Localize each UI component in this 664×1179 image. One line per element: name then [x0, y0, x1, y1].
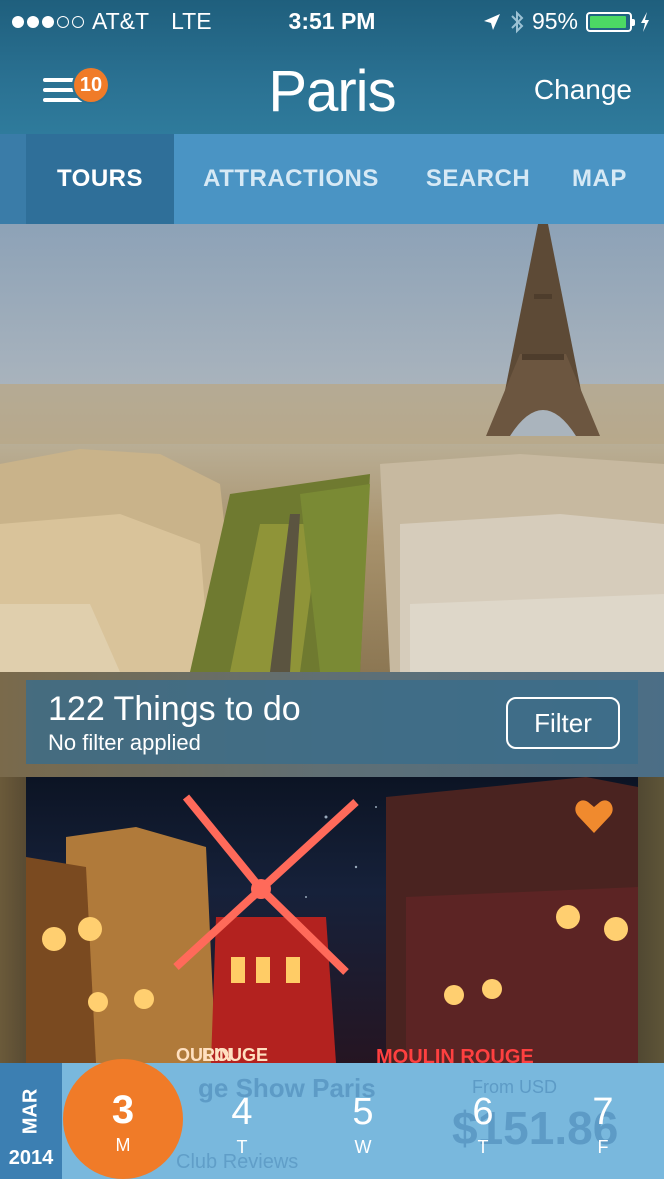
- day-number: 7: [592, 1091, 614, 1133]
- day-number: 6: [472, 1091, 494, 1133]
- day-number: 4: [231, 1091, 253, 1133]
- moulin-rouge-photo: OULIN ROUGE MOULIN ROUGE: [26, 777, 638, 1063]
- nav-bar: 10 Paris Change: [0, 44, 664, 134]
- date-day[interactable]: 5 W: [313, 1063, 413, 1179]
- tab-map[interactable]: MAP: [548, 134, 664, 224]
- month-label: MAR: [19, 1088, 42, 1134]
- status-right: 95%: [482, 8, 650, 35]
- date-day[interactable]: 6 T: [433, 1063, 533, 1179]
- filter-status: No filter applied: [48, 730, 201, 755]
- date-day[interactable]: 4 T: [192, 1063, 292, 1179]
- filter-button[interactable]: Filter: [506, 697, 620, 749]
- sign-rouge: ROUGE: [202, 1045, 268, 1063]
- change-city-button[interactable]: Change: [534, 74, 632, 106]
- sign-moulin-rouge: MOULIN ROUGE: [376, 1046, 534, 1063]
- day-letter: W: [354, 1137, 372, 1157]
- bluetooth-icon: [511, 10, 524, 33]
- day-letter: M: [115, 1135, 131, 1155]
- listing-header: 122 Things to do No filter applied Filte…: [26, 680, 638, 764]
- date-picker-strip: ge Show Paris From USD $151.86 Club Revi…: [0, 1059, 664, 1179]
- tab-search[interactable]: SEARCH: [408, 134, 548, 224]
- day-letter: T: [477, 1137, 489, 1157]
- paris-skyline-photo: [0, 224, 664, 672]
- battery-percent: 95%: [531, 8, 578, 34]
- day-number: 3: [111, 1088, 135, 1132]
- status-bar: AT&T LTE 3:51 PM 95%: [0, 0, 664, 44]
- tabs-scroll-edge: [0, 134, 26, 224]
- day-letter: F: [597, 1137, 609, 1157]
- month-year-block: MAR 2014: [0, 1063, 62, 1179]
- battery-icon: [586, 11, 635, 32]
- date-day-selected[interactable]: 3 M: [63, 1059, 183, 1179]
- things-to-do-count: 122 Things to do: [48, 690, 301, 728]
- tour-card[interactable]: OULIN ROUGE MOULIN ROUGE: [26, 777, 638, 1063]
- city-hero-image: [0, 224, 664, 672]
- tab-tours[interactable]: TOURS: [26, 134, 174, 224]
- date-day[interactable]: 7 F: [553, 1063, 653, 1179]
- favorite-heart-icon[interactable]: [574, 799, 614, 835]
- charging-bolt-icon: [641, 11, 649, 32]
- category-tabs: TOURS ATTRACTIONS SEARCH MAP: [0, 134, 664, 224]
- tour-list: OULIN ROUGE MOULIN ROUGE: [0, 777, 664, 1063]
- tab-attractions[interactable]: ATTRACTIONS: [174, 134, 408, 224]
- eiffel-tower-icon: [486, 224, 600, 436]
- year-label: 2014: [8, 1147, 54, 1169]
- battery-level: [590, 15, 627, 28]
- app-header: AT&T LTE 3:51 PM 95% 10 Paris Change: [0, 0, 664, 134]
- location-arrow-icon: [483, 13, 500, 30]
- listing-header-area: 122 Things to do No filter applied Filte…: [0, 672, 664, 777]
- day-letter: T: [236, 1137, 248, 1157]
- day-number: 5: [352, 1091, 374, 1133]
